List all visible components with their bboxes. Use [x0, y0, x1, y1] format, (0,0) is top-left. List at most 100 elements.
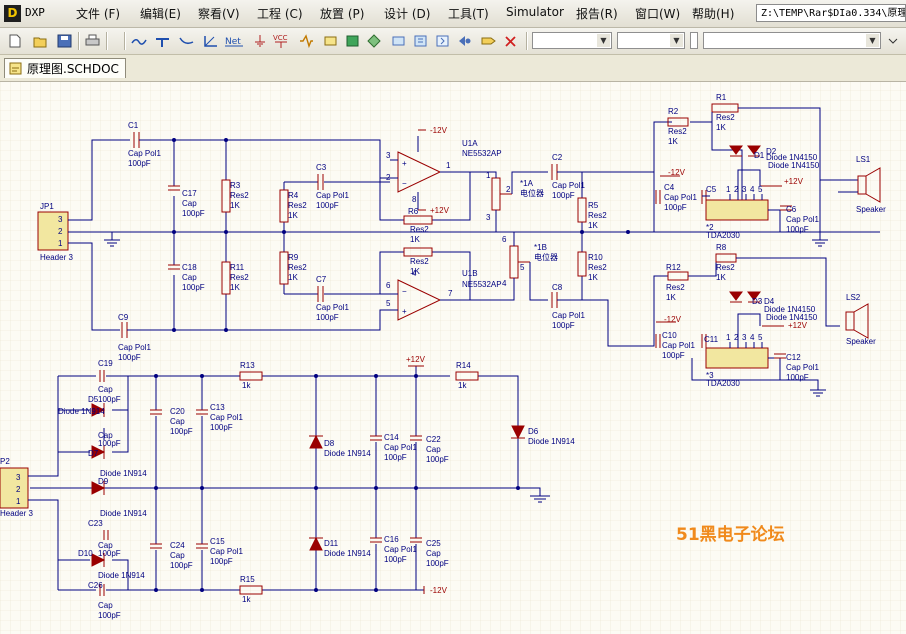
- toolbar-combo-2[interactable]: ▼: [617, 32, 685, 49]
- directive-icon[interactable]: [456, 33, 473, 49]
- svg-text:C7: C7: [316, 275, 327, 284]
- svg-text:Cap: Cap: [182, 199, 197, 208]
- place-bus-icon[interactable]: [154, 33, 171, 49]
- vcc-port-icon[interactable]: VCC: [272, 33, 292, 49]
- svg-text:1K: 1K: [668, 137, 678, 146]
- svg-text:100pF: 100pF: [316, 313, 339, 322]
- svg-text:-12V: -12V: [664, 315, 682, 324]
- svg-text:*1B: *1B: [534, 243, 547, 252]
- svg-text:5: 5: [386, 299, 391, 308]
- place-wire-icon[interactable]: [130, 33, 147, 49]
- open-folder-icon[interactable]: [32, 33, 49, 49]
- menu-reports[interactable]: 报告(R): [576, 5, 618, 22]
- menu-help[interactable]: 帮助(H): [692, 5, 734, 22]
- svg-text:1K: 1K: [288, 273, 298, 282]
- place-part-icon[interactable]: [298, 33, 315, 49]
- tab-schematic-document[interactable]: 原理图.SCHDOC: [4, 58, 126, 78]
- svg-text:NE5532AP: NE5532AP: [462, 280, 502, 289]
- svg-text:C5: C5: [706, 185, 717, 194]
- svg-text:C13: C13: [210, 403, 225, 412]
- toolbar-combo-1[interactable]: ▼: [532, 32, 612, 49]
- svg-text:电位器: 电位器: [534, 252, 558, 262]
- svg-text:100pF: 100pF: [182, 209, 205, 218]
- svg-text:P2: P2: [0, 457, 10, 466]
- svg-text:1K: 1K: [288, 211, 298, 220]
- svg-text:LS2: LS2: [846, 293, 861, 302]
- menu-place[interactable]: 放置 (P): [320, 5, 364, 22]
- svg-text:100pF: 100pF: [98, 611, 121, 620]
- svg-text:VCC: VCC: [273, 34, 288, 42]
- svg-text:100pF: 100pF: [426, 559, 449, 568]
- svg-text:8: 8: [412, 195, 417, 204]
- bus-entry-icon[interactable]: [178, 33, 195, 49]
- menu-simulator[interactable]: Simulator: [506, 5, 564, 19]
- svg-text:D3: D3: [752, 297, 763, 306]
- svg-text:R4: R4: [288, 191, 299, 200]
- svg-text:Res2: Res2: [230, 273, 249, 282]
- svg-text:+12V: +12V: [784, 177, 804, 186]
- svg-text:TDA2030: TDA2030: [706, 231, 740, 240]
- chevron-down-icon: ▼: [670, 34, 683, 47]
- svg-text:+12V: +12V: [788, 321, 808, 330]
- svg-text:1K: 1K: [666, 293, 676, 302]
- svg-text:Cap Pol1: Cap Pol1: [552, 311, 585, 320]
- offsheet-connector-icon[interactable]: [434, 33, 451, 49]
- chevron-down-icon: ▼: [866, 34, 879, 47]
- sheet-entry-icon[interactable]: [344, 33, 361, 49]
- schematic-canvas[interactable]: 3 2 1 JP1 Header 3 C1 Cap Pol1 100pF C17…: [0, 82, 906, 634]
- svg-text:C22: C22: [426, 435, 441, 444]
- svg-text:Cap Pol1: Cap Pol1: [664, 193, 697, 202]
- print-icon[interactable]: [84, 33, 101, 49]
- svg-text:100pF: 100pF: [170, 427, 193, 436]
- toolbar-overflow-icon[interactable]: [886, 33, 900, 49]
- svg-text:R5: R5: [588, 201, 599, 210]
- svg-text:Res2: Res2: [230, 191, 249, 200]
- svg-text:Res2: Res2: [288, 263, 307, 272]
- sheet-symbol-icon[interactable]: [322, 33, 339, 49]
- menu-edit[interactable]: 编辑(E): [140, 5, 181, 22]
- ground-port-icon[interactable]: [252, 33, 269, 49]
- svg-text:1: 1: [726, 185, 731, 194]
- new-document-icon[interactable]: [6, 33, 23, 49]
- toolbar-combo-4[interactable]: ▼: [703, 32, 881, 49]
- svg-text:7: 7: [448, 289, 453, 298]
- menu-design[interactable]: 设计 (D): [384, 5, 430, 22]
- parameter-set-icon[interactable]: [480, 33, 497, 49]
- svg-text:4: 4: [502, 279, 507, 288]
- svg-text:Speaker: Speaker: [846, 337, 876, 346]
- svg-text:2: 2: [58, 227, 63, 236]
- dxp-menu[interactable]: D DXP: [3, 4, 57, 23]
- no-erc-icon[interactable]: [502, 33, 519, 49]
- svg-text:-12V: -12V: [668, 168, 686, 177]
- svg-text:Diode 1N914: Diode 1N914: [324, 549, 371, 558]
- svg-text:D8: D8: [324, 439, 335, 448]
- svg-text:Cap Pol1: Cap Pol1: [552, 181, 585, 190]
- place-signal-icon[interactable]: [202, 33, 219, 49]
- net-label-icon[interactable]: Net: [224, 33, 244, 49]
- toolbar-combo-3[interactable]: [690, 32, 698, 49]
- svg-text:C25: C25: [426, 539, 441, 548]
- menu-window[interactable]: 窗口(W): [635, 5, 680, 22]
- menu-file[interactable]: 文件 (F): [76, 5, 120, 22]
- svg-text:2: 2: [506, 185, 511, 194]
- svg-text:100pF: 100pF: [182, 283, 205, 292]
- menu-project[interactable]: 工程 (C): [257, 5, 303, 22]
- svg-text:2: 2: [16, 485, 21, 494]
- menu-view[interactable]: 察看(V): [198, 5, 240, 22]
- svg-text:1: 1: [726, 333, 731, 342]
- device-sheet-icon[interactable]: [366, 33, 383, 49]
- port-icon[interactable]: [412, 33, 429, 49]
- harness-icon[interactable]: [390, 33, 407, 49]
- svg-text:Res2: Res2: [410, 225, 429, 234]
- menu-tools[interactable]: 工具(T): [448, 5, 489, 22]
- save-icon[interactable]: [56, 33, 73, 49]
- svg-text:100pF: 100pF: [118, 353, 141, 362]
- document-path-field[interactable]: Z:\TEMP\Rar$DIa0.334\原理图: [756, 4, 906, 22]
- svg-text:C11: C11: [704, 335, 719, 344]
- svg-text:6: 6: [502, 235, 507, 244]
- svg-text:C15: C15: [210, 537, 225, 546]
- svg-text:D2: D2: [766, 147, 777, 156]
- svg-text:C4: C4: [664, 183, 675, 192]
- svg-text:C1: C1: [128, 121, 139, 130]
- svg-text:−: −: [402, 179, 407, 188]
